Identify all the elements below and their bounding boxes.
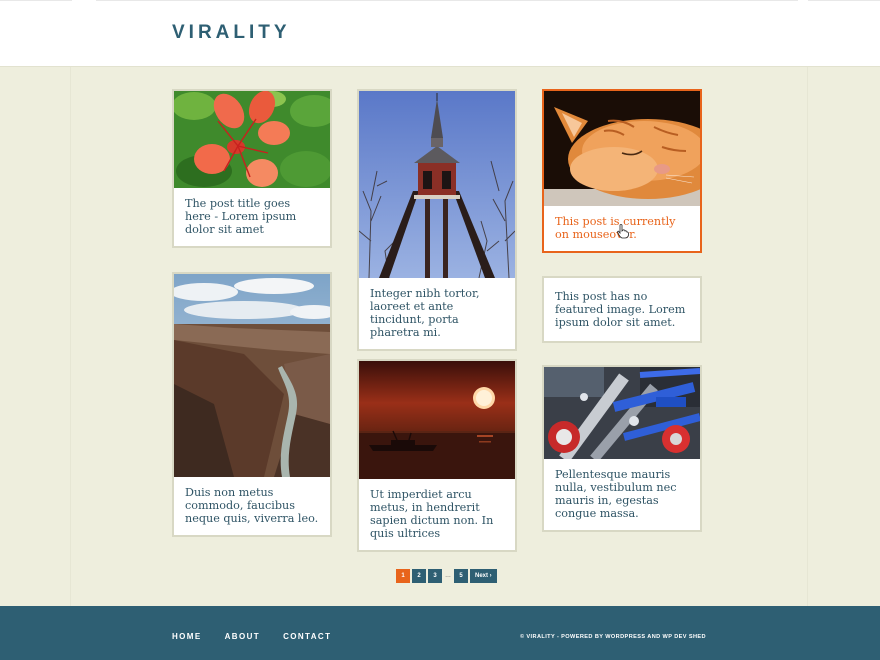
header-rule — [808, 0, 880, 1]
site-footer: HOME ABOUT CONTACT © VIRALITY - POWERED … — [0, 606, 880, 660]
header-rule — [96, 0, 798, 1]
post-thumbnail[interactable] — [544, 367, 700, 459]
post-card[interactable]: Duis non metus commodo, faucibus neque q… — [172, 272, 332, 537]
pagination: 1 2 3 … 5 Next › — [396, 569, 499, 583]
post-excerpt[interactable]: Duis non metus commodo, faucibus neque q… — [174, 477, 330, 535]
sleeping-cat-image — [544, 91, 700, 206]
page-link-current[interactable]: 1 — [396, 569, 410, 583]
sunset-boat-image — [359, 361, 515, 479]
footer-nav-home[interactable]: HOME — [172, 632, 202, 641]
post-card[interactable]: Integer nibh tortor, laoreet et ante tin… — [357, 89, 517, 351]
site-logo[interactable]: VIRALITY — [172, 22, 291, 44]
post-excerpt[interactable]: Pellentesque mauris nulla, vestibulum ne… — [544, 459, 700, 530]
copyright-text: © VIRALITY - POWERED BY WORDPRESS AND WP… — [519, 634, 706, 640]
post-thumbnail[interactable] — [544, 91, 700, 206]
header-rule — [0, 0, 72, 1]
page-link[interactable]: 3 — [428, 569, 442, 583]
post-card[interactable]: Ut imperdiet arcu metus, in hendrerit sa… — [357, 359, 517, 552]
page-link[interactable]: 2 — [412, 569, 426, 583]
post-card[interactable]: The post title goes here - Lorem ipsum d… — [172, 89, 332, 248]
post-excerpt[interactable]: This post has no featured image. Lorem i… — [544, 278, 700, 341]
engine-image — [544, 367, 700, 459]
red-flower-image — [174, 91, 330, 188]
post-thumbnail[interactable] — [174, 274, 330, 477]
footer-nav-contact[interactable]: CONTACT — [283, 632, 331, 641]
post-thumbnail[interactable] — [359, 361, 515, 479]
page-link[interactable]: 5 — [454, 569, 468, 583]
footer-nav-about[interactable]: ABOUT — [225, 632, 260, 641]
bell-tower-image — [359, 91, 515, 278]
canyon-image — [174, 274, 330, 477]
post-card-no-image[interactable]: This post has no featured image. Lorem i… — [542, 276, 702, 343]
hand-cursor-icon — [617, 224, 629, 239]
post-thumbnail[interactable] — [359, 91, 515, 278]
pagination-ellipsis: … — [445, 573, 451, 579]
post-excerpt[interactable]: Integer nibh tortor, laoreet et ante tin… — [359, 278, 515, 349]
post-card[interactable]: Pellentesque mauris nulla, vestibulum ne… — [542, 365, 702, 532]
post-excerpt[interactable]: Ut imperdiet arcu metus, in hendrerit sa… — [359, 479, 515, 550]
next-page-link[interactable]: Next › — [470, 569, 497, 583]
footer-nav: HOME ABOUT CONTACT — [172, 632, 354, 641]
post-thumbnail[interactable] — [174, 91, 330, 188]
site-header: VIRALITY — [0, 0, 880, 67]
post-excerpt[interactable]: The post title goes here - Lorem ipsum d… — [174, 188, 330, 246]
